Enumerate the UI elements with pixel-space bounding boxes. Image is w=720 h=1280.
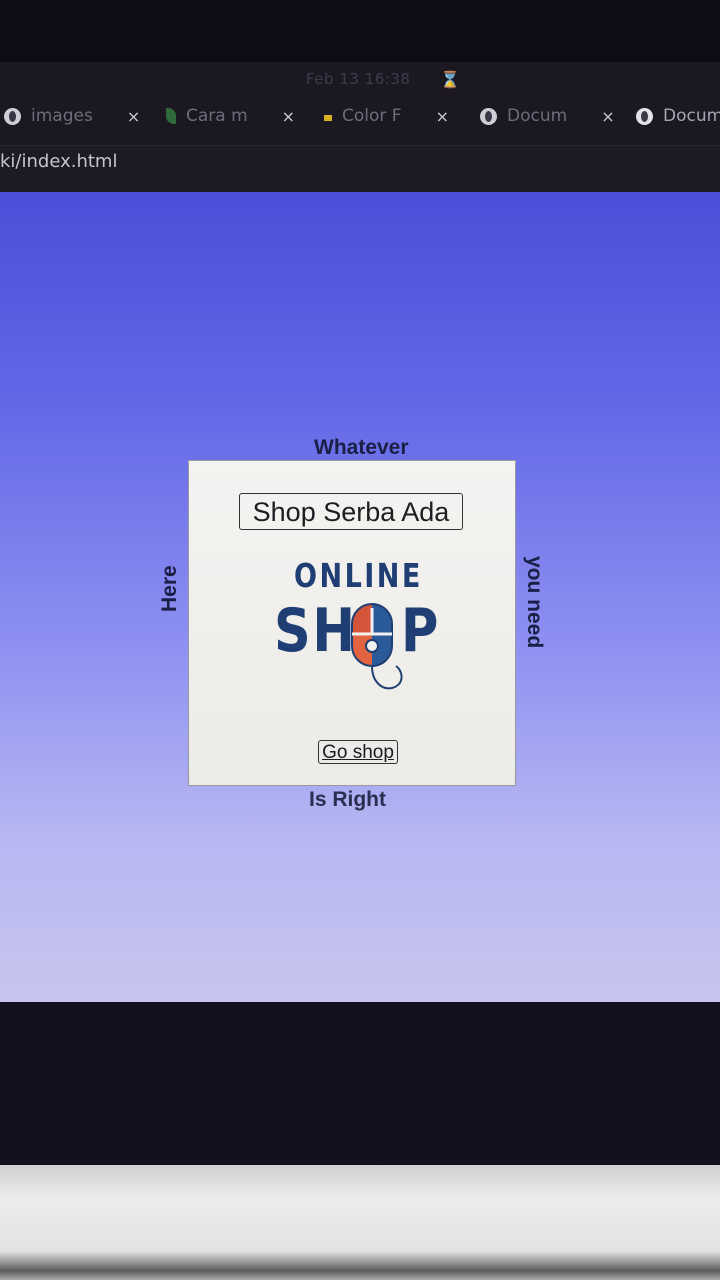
card-title: Shop Serba Ada bbox=[239, 493, 463, 530]
label-top: Whatever bbox=[314, 436, 409, 459]
label-left: Here bbox=[158, 565, 181, 612]
tab-document-active[interactable]: Docum bbox=[636, 100, 720, 132]
label-right: you need bbox=[523, 556, 546, 649]
close-icon[interactable]: × bbox=[127, 107, 140, 126]
tab-label: images bbox=[31, 106, 93, 126]
globe-icon bbox=[636, 107, 653, 125]
tab-images[interactable]: images × bbox=[4, 100, 140, 132]
system-clock: Feb 13 16:38 bbox=[306, 70, 411, 88]
tab-color[interactable]: Color F × bbox=[324, 100, 449, 132]
bottom-bezel bbox=[0, 1002, 720, 1167]
label-bottom: Is Right bbox=[309, 788, 386, 811]
globe-icon bbox=[480, 107, 497, 125]
tab-label: Cara m bbox=[186, 106, 248, 126]
url-text[interactable]: ki/index.html bbox=[0, 151, 117, 172]
top-bezel bbox=[0, 0, 720, 62]
tab-cara[interactable]: Cara m × bbox=[166, 100, 295, 132]
leaf-icon bbox=[166, 108, 176, 124]
tab-document[interactable]: Docum × bbox=[480, 100, 615, 132]
laptop-base bbox=[0, 1165, 720, 1280]
close-icon[interactable]: × bbox=[282, 107, 295, 126]
tab-label: Docum bbox=[507, 106, 568, 126]
logo-text-online: ONLINE bbox=[294, 556, 423, 595]
logo-text-p: P bbox=[401, 596, 441, 666]
go-shop-button[interactable]: Go shop bbox=[318, 740, 398, 764]
tab-label: Docum bbox=[663, 106, 720, 126]
logo-text-sh: SH bbox=[274, 596, 357, 666]
close-icon[interactable]: × bbox=[436, 107, 449, 126]
globe-icon bbox=[4, 107, 21, 125]
tab-label: Color F bbox=[342, 106, 402, 126]
notification-icon: ⌛ bbox=[440, 70, 460, 89]
document-icon bbox=[324, 114, 332, 121]
close-icon[interactable]: × bbox=[601, 107, 614, 126]
mouse-icon bbox=[351, 603, 403, 690]
